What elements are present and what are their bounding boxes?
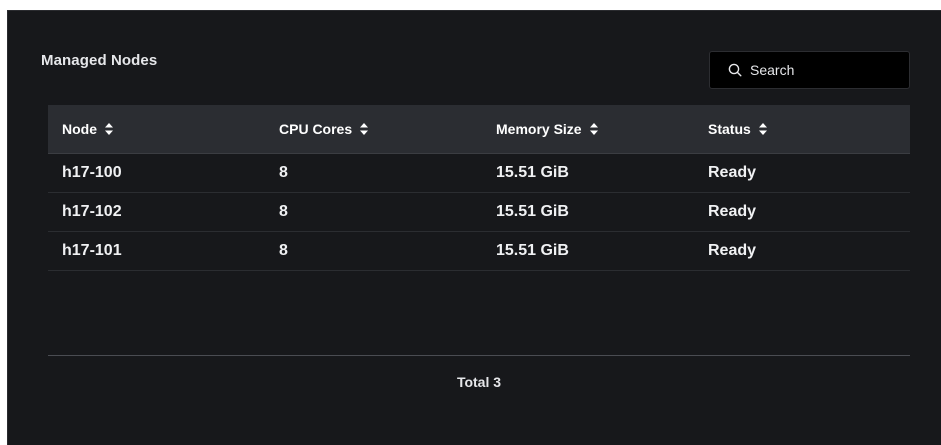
total-count: Total 3 bbox=[456, 374, 502, 390]
column-header-cpu-cores[interactable]: CPU Cores bbox=[263, 105, 478, 153]
cell-cpu-cores: 8 bbox=[279, 203, 288, 220]
column-header-label: Node bbox=[62, 121, 97, 137]
footer-divider bbox=[48, 355, 910, 356]
cell-cpu-cores: 8 bbox=[279, 164, 288, 181]
sort-icon[interactable] bbox=[589, 122, 599, 136]
cell-memory-size: 15.51 GiB bbox=[496, 164, 569, 181]
nodes-table: Node CPU Cores Memory Size Status h17-10… bbox=[48, 105, 910, 271]
sort-icon[interactable] bbox=[758, 122, 768, 136]
search-input[interactable] bbox=[750, 62, 900, 78]
panel-title: Managed Nodes bbox=[41, 52, 158, 69]
page: Managed Nodes Node CPU Cores bbox=[0, 0, 941, 445]
search-icon bbox=[728, 63, 742, 77]
table-row[interactable]: h17-100 8 15.51 GiB Ready bbox=[48, 154, 910, 193]
table-row[interactable]: h17-101 8 15.51 GiB Ready bbox=[48, 232, 910, 271]
cell-cpu-cores: 8 bbox=[279, 242, 288, 259]
column-header-label: Status bbox=[708, 121, 751, 137]
cell-status: Ready bbox=[708, 164, 757, 181]
search-box[interactable] bbox=[709, 51, 910, 89]
column-header-status[interactable]: Status bbox=[693, 105, 910, 153]
cell-node: h17-101 bbox=[62, 242, 122, 259]
cell-memory-size: 15.51 GiB bbox=[496, 203, 569, 220]
sort-icon[interactable] bbox=[359, 122, 369, 136]
column-header-label: CPU Cores bbox=[279, 121, 353, 137]
cell-status: Ready bbox=[708, 242, 757, 259]
table-row[interactable]: h17-102 8 15.51 GiB Ready bbox=[48, 193, 910, 232]
table-header: Node CPU Cores Memory Size Status bbox=[48, 105, 910, 154]
cell-node: h17-102 bbox=[62, 203, 122, 220]
cell-status: Ready bbox=[708, 203, 757, 220]
column-header-node[interactable]: Node bbox=[48, 105, 263, 153]
cell-memory-size: 15.51 GiB bbox=[496, 242, 569, 259]
column-header-label: Memory Size bbox=[496, 121, 582, 137]
column-header-memory-size[interactable]: Memory Size bbox=[478, 105, 693, 153]
cell-node: h17-100 bbox=[62, 164, 122, 181]
sort-icon[interactable] bbox=[104, 122, 114, 136]
